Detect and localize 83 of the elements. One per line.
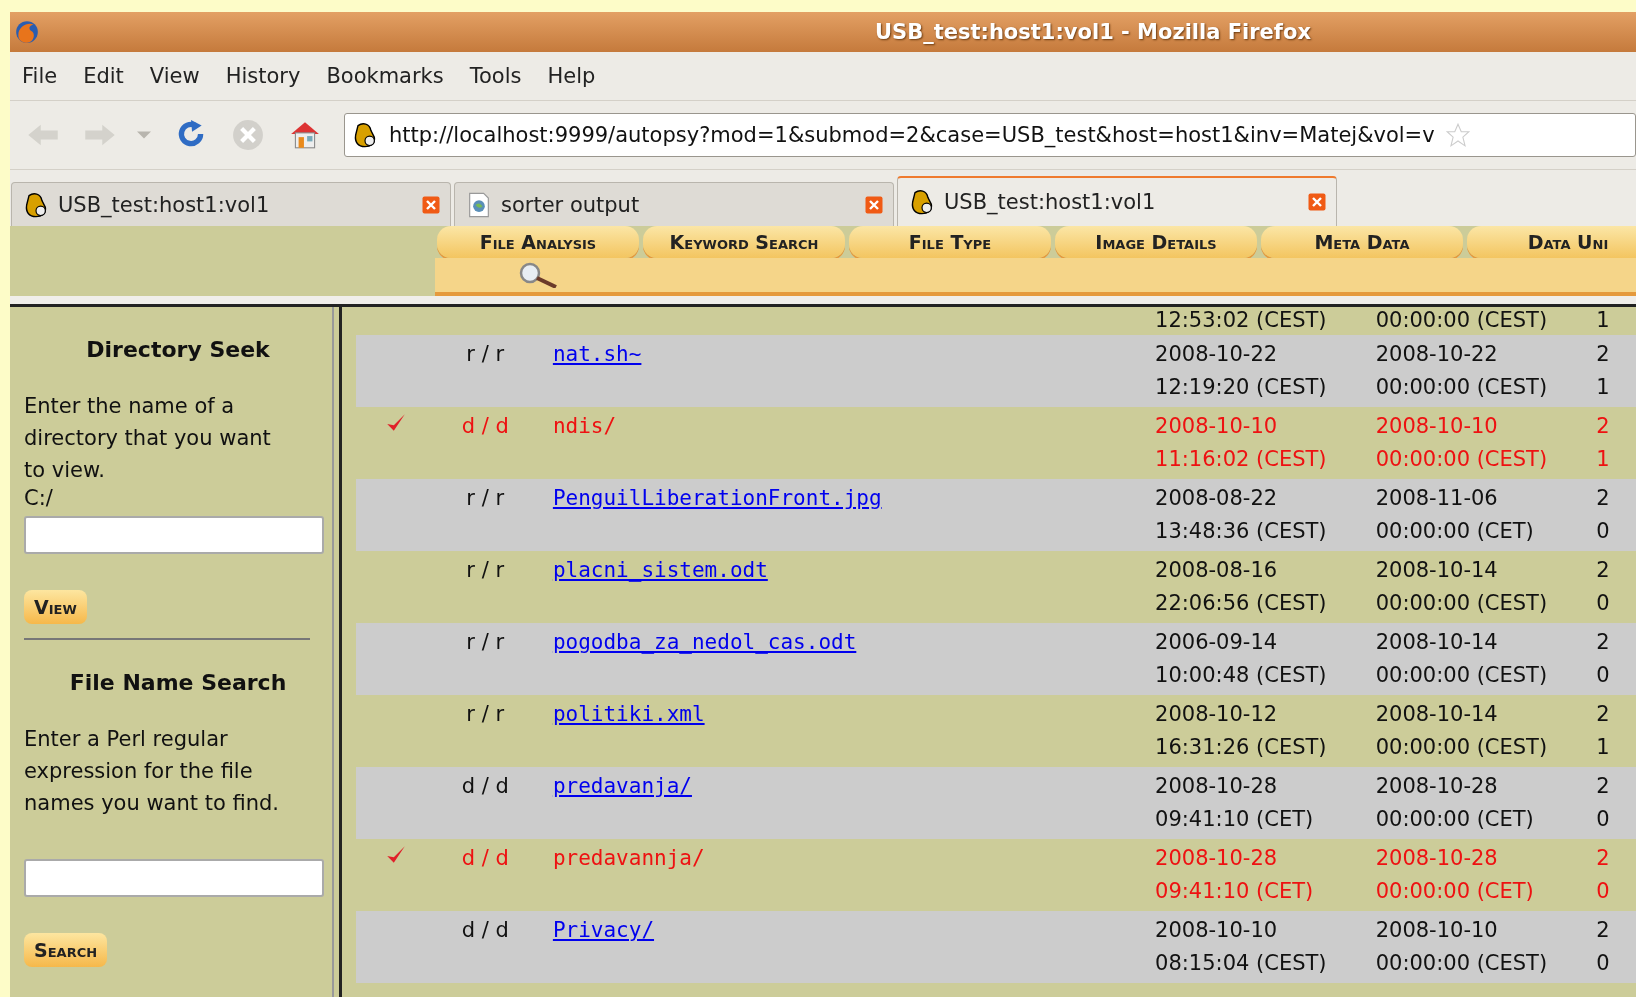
table-cell-text: r / r [465,341,506,368]
section-title: File Name Search [68,670,288,695]
directory-field[interactable] [24,516,324,554]
table-cell-text: r / r [465,557,506,584]
address-field[interactable]: http://localhost:9999/autopsy?mod=1&submod=2&case=USB_test&host=host1&inv=Matej&vol=v [344,113,1636,157]
menu-item[interactable]: Help [534,64,609,88]
star-icon[interactable] [1444,122,1471,148]
table-cell-text: r / r [465,701,506,728]
table-cell-text: 2008-10-22 12:19:20 (CEST) [1155,341,1328,401]
table-cell-text: 2 0 [1596,773,1611,833]
table-cell-text: 2 1 [1596,341,1611,401]
stop-icon[interactable] [231,119,265,151]
table-cell-text: r / r [465,629,506,656]
table-cell-text: 2008-10-14 00:00:00 (CEST) [1375,701,1549,761]
current-path: C:/ [24,486,53,510]
table-cell-text: 2 1 [1596,413,1611,473]
table-cell-text: d / d [460,413,510,440]
table-cell-text: 2008-10-10 00:00:00 (CEST) [1375,413,1549,473]
table-cell-text: 2 0 [1596,629,1611,689]
module-tab[interactable]: Image Details [1055,226,1257,258]
table-cell-text: 2008-10-28 09:41:10 (CET) [1155,845,1315,905]
search-field[interactable] [24,859,324,897]
file-link[interactable]: PenguilLiberationFront.jpg [552,482,1156,515]
caret-icon[interactable] [137,131,151,139]
file-name: predavannja/ [552,845,706,872]
menu-item[interactable]: Tools [456,64,535,88]
table-cell-text: d / d [460,917,510,944]
module-tab[interactable]: Keyword Search [643,226,845,258]
table-cell-text: 2008-10-22 00:00:00 (CEST) [1375,341,1549,401]
table-cell-text: 1 [1596,307,1611,334]
table-cell-text: 2008-10-14 00:00:00 (CEST) [1375,557,1549,617]
table-cell-text: 2 1 [1596,701,1611,761]
file-name: ndis/ [552,413,618,440]
table-cell-text: 00:00:00 (CEST) [1375,307,1549,334]
close-icon[interactable] [1308,193,1326,211]
file-link[interactable]: predavanja/ [552,770,1156,803]
file-link[interactable]: politiki.xml [552,698,1156,731]
close-icon[interactable] [422,195,440,214]
view-button[interactable]: View [24,590,87,624]
table-cell-text: 2 0 [1596,485,1611,545]
table-cell-text: 2008-10-12 16:31:26 (CEST) [1155,701,1328,761]
browser-tab[interactable]: USB_test:host1:vol1 [897,176,1337,226]
table-cell-text: 2008-11-06 00:00:00 (CET) [1375,485,1535,545]
table-cell-text: 2008-10-28 00:00:00 (CET) [1375,845,1535,905]
close-icon[interactable] [865,195,883,214]
menu-item[interactable]: File [10,64,71,88]
table-cell-text: 2008-10-10 11:16:02 (CEST) [1155,413,1328,473]
table-cell-text: d / d [460,845,510,872]
panel-splitter[interactable] [332,307,342,997]
instruction-text: Enter a Perl regular expression for the file names you want to find. [24,726,280,817]
file-link[interactable]: pogodba_za_nedol_cas.odt [552,626,1156,659]
menu-item[interactable]: Edit [70,64,137,88]
table-cell-text: 2008-10-10 08:15:04 (CEST) [1155,917,1328,977]
table-cell-text: 12:53:02 (CEST) [1155,307,1328,334]
instruction-text: Enter the name of a directory that you want to view. [24,393,272,484]
module-tab[interactable]: Meta Data [1261,226,1463,258]
table-cell-text: 2008-08-22 13:48:36 (CEST) [1155,485,1328,545]
table-cell-text: 2006-09-14 10:00:48 (CEST) [1155,629,1328,689]
table-cell-text: 2008-10-10 00:00:00 (CEST) [1375,917,1549,977]
window-title: USB_test:host1:vol1 - Mozilla Firefox [875,20,1311,44]
browser-tab[interactable]: sorter output [454,182,894,226]
menu-item[interactable]: View [136,64,213,88]
browser-logo-icon [14,19,40,45]
table-cell-text: 2008-10-14 00:00:00 (CEST) [1375,629,1549,689]
table-cell-text: 2008-10-28 09:41:10 (CET) [1155,773,1315,833]
table-cell-text: 2 0 [1596,845,1611,905]
table-cell-text: d / d [460,773,510,800]
menu-item[interactable]: Bookmarks [313,64,457,88]
table-cell-text: 2 0 [1596,917,1611,977]
search-button[interactable]: Search [24,933,108,967]
file-link[interactable]: nat.sh~ [552,338,1156,371]
table-cell-text: 2008-10-28 00:00:00 (CET) [1375,773,1535,833]
table-cell-text: r / r [465,485,506,512]
browser-tab[interactable]: USB_test:host1:vol1 [11,182,451,226]
file-link[interactable]: Privacy/ [552,914,1156,947]
module-tab[interactable]: File Type [849,226,1051,258]
table-cell-text: 2008-08-16 22:06:56 (CEST) [1155,557,1328,617]
file-link[interactable]: placni_sistem.odt [552,554,1156,587]
module-tab[interactable]: File Analysis [437,226,639,258]
table-cell-text: 2 0 [1596,557,1611,617]
menu-item[interactable]: History [212,64,314,88]
module-tab[interactable]: Data Uni [1467,226,1636,258]
section-title: Directory Seek [85,337,271,362]
